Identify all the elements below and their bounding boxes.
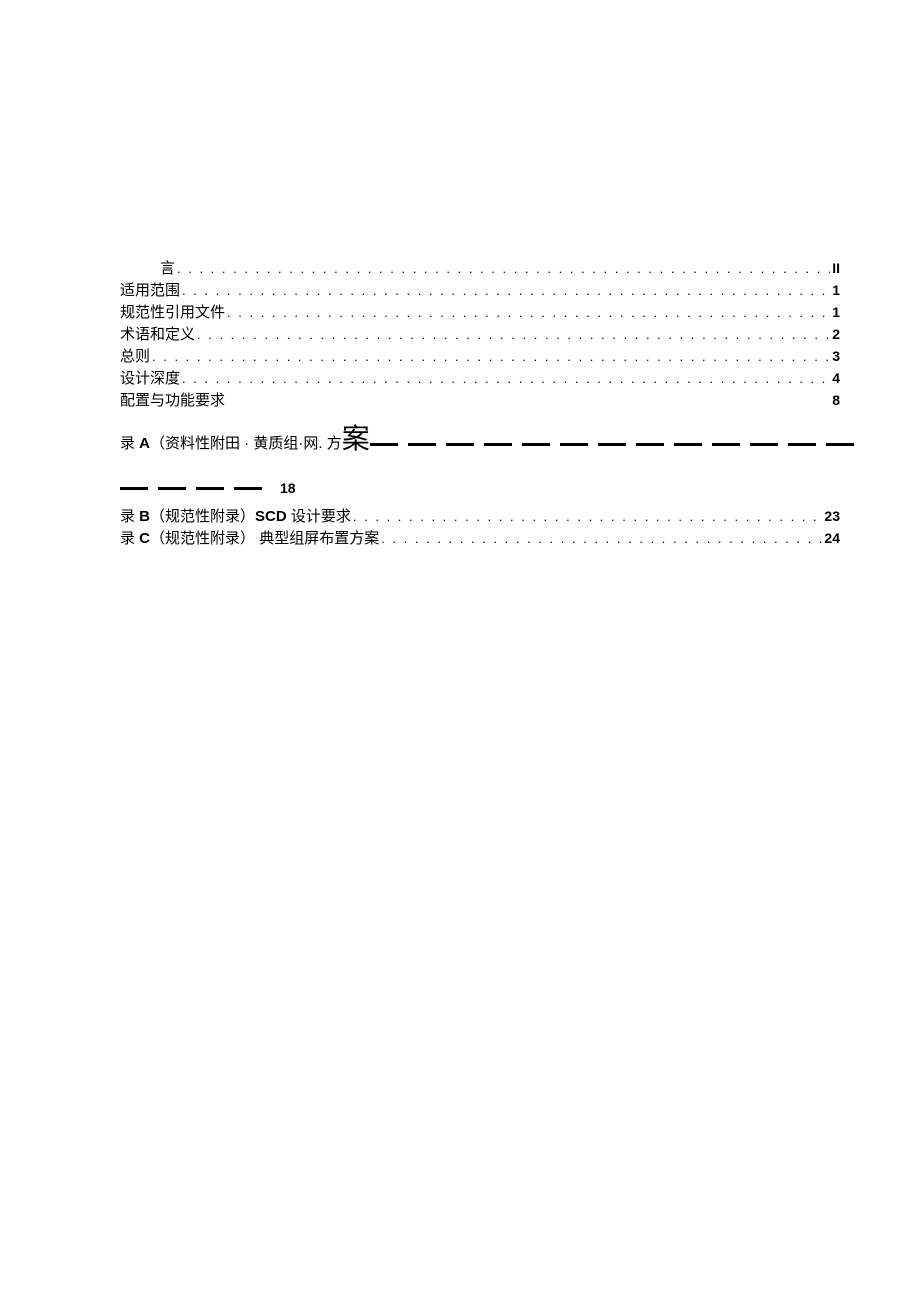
toc-label: 规范性引用文件 [120, 302, 225, 323]
toc-appendix-b: 录 B（规范性附录）SCD 设计要求 23 [120, 506, 840, 527]
toc-entry: 总则 3 [120, 346, 840, 367]
toc-page-number: 1 [832, 303, 840, 323]
toc-entry: 设计深度 4 [120, 368, 840, 389]
toc-label: 录 B（规范性附录）SCD 设计要求 [120, 506, 351, 527]
toc-entry: 配置与功能要求 8 [120, 390, 840, 411]
toc-leader-dots [152, 348, 830, 366]
appendix-prefix: 录 A（资料性附田 · 黄质组·网. 方 [120, 432, 342, 453]
toc-leader-dots [197, 326, 830, 344]
toc-page-number: 18 [280, 480, 296, 496]
toc-container: 言 II 适用范围 1 规范性引用文件 1 术语和定义 2 总则 3 设计深度 … [120, 258, 840, 550]
dash-run-icon [370, 436, 864, 453]
toc-entry: 适用范围 1 [120, 280, 840, 301]
toc-page-number: 2 [832, 325, 840, 345]
toc-leader-dots [182, 282, 830, 300]
toc-label: 配置与功能要求 [120, 390, 225, 411]
toc-leader-dots [177, 260, 830, 278]
toc-label: 总则 [120, 346, 150, 367]
toc-label: 设计深度 [120, 368, 180, 389]
toc-page-number: II [832, 259, 840, 279]
toc-label: 录 C（规范性附录） 典型组屏布置方案 [120, 528, 379, 549]
toc-page-number: 4 [832, 369, 840, 389]
dash-run-icon [120, 479, 272, 496]
toc-label: 适用范围 [120, 280, 180, 301]
toc-page-number: 23 [824, 507, 840, 527]
toc-page-number: 3 [832, 347, 840, 367]
toc-leader-dots [381, 530, 822, 548]
toc-page-number: 24 [824, 529, 840, 549]
toc-page-number: 8 [832, 391, 840, 411]
toc-leader-dots [227, 304, 830, 322]
toc-entry: 规范性引用文件 1 [120, 302, 840, 323]
toc-page-number: 1 [832, 281, 840, 301]
toc-appendix-a: 录 A（资料性附田 · 黄质组·网. 方案 [120, 417, 840, 457]
toc-entry: 言 II [120, 258, 840, 279]
appendix-big-char: 案 [342, 417, 370, 457]
toc-label: 术语和定义 [120, 324, 195, 345]
dash-continuation: 18 [120, 479, 840, 496]
toc-label: 言 [160, 258, 175, 279]
toc-leader-dots [353, 508, 823, 526]
toc-appendix-c: 录 C（规范性附录） 典型组屏布置方案 24 [120, 528, 840, 549]
toc-entry: 术语和定义 2 [120, 324, 840, 345]
toc-leader-dots [182, 370, 830, 388]
